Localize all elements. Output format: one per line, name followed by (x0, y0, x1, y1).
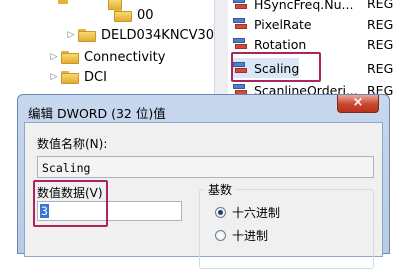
tree-scrollbar[interactable] (214, 0, 228, 100)
binary-value-icon (232, 37, 248, 51)
value-type: REG (367, 61, 394, 76)
binary-value-icon (232, 17, 248, 31)
tree-item-label: DCI (84, 69, 107, 85)
folder-icon (58, 0, 68, 4)
value-row-rotation[interactable]: Rotation (232, 34, 306, 54)
tree-item-deld034kncv30[interactable]: ▷ DELD034KNCV30 (67, 25, 215, 45)
tree-item-label: 00 (137, 7, 154, 23)
scaling-highlight-box (231, 52, 321, 82)
close-button[interactable]: × (337, 95, 379, 113)
value-name: HSyncFreq.Nu... (254, 0, 354, 12)
base-label: 基数 (205, 181, 236, 198)
radio-selected-icon[interactable] (215, 207, 226, 218)
registry-values-list: HSyncFreq.Nu... PixelRate Rotation Scali… (229, 0, 394, 100)
edit-dword-dialog: 编辑 DWORD (32 位)值 × 数值名称(N): Scaling 数值数据… (17, 94, 390, 269)
value-row-hsyncfreq[interactable]: HSyncFreq.Nu... (232, 0, 353, 14)
value-name: PixelRate (254, 16, 312, 32)
value-data-highlight-box (33, 180, 108, 227)
radio-dec-label: 十进制 (232, 229, 269, 243)
radio-unselected-icon[interactable] (215, 230, 226, 241)
radio-decimal[interactable]: 十进制 (215, 227, 268, 244)
value-type: REG (367, 0, 394, 11)
expand-arrow-icon[interactable]: ▷ (50, 72, 58, 82)
folder-icon (61, 50, 79, 64)
radio-hexadecimal[interactable]: 十六进制 (215, 204, 280, 221)
expand-arrow-icon[interactable]: ▷ (67, 30, 75, 40)
tree-item-label: Connectivity (84, 49, 166, 65)
tree-item-dci[interactable]: ▷ DCI (50, 67, 107, 87)
folder-icon (78, 28, 96, 42)
folder-icon (61, 70, 79, 84)
value-name-label: 数值名称(N): (37, 137, 108, 151)
value-row-pixelrate[interactable]: PixelRate (232, 14, 312, 34)
expand-arrow-icon[interactable]: ▷ (50, 52, 58, 62)
dialog-body: 数值名称(N): Scaling 数值数据(V) 3 基数 十六进制 十进制 (24, 122, 383, 269)
value-name: Rotation (254, 36, 307, 52)
radio-hex-label: 十六进制 (232, 206, 281, 220)
value-type: REG (367, 37, 394, 52)
tree-item-00[interactable]: 00 (114, 5, 154, 25)
binary-value-icon (232, 0, 248, 11)
value-name-field: Scaling (37, 156, 374, 178)
value-type: REG (367, 17, 394, 32)
tree-item-connectivity[interactable]: ▷ Connectivity (50, 47, 166, 67)
registry-tree: 00 ▷ DELD034KNCV30 ▷ Connectivity ▷ DCI (0, 0, 214, 100)
tree-item-label: DELD034KNCV30 (101, 27, 215, 43)
folder-icon (114, 8, 132, 22)
dialog-title: 编辑 DWORD (32 位)值 (28, 106, 166, 121)
